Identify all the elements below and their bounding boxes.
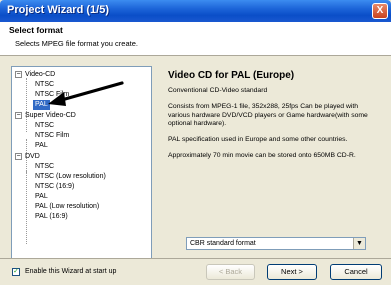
format-capacity: Approximately 70 min movie can be stored… [168,152,356,159]
encoding-select[interactable]: CBR standard format ▼ [186,237,366,250]
cancel-button[interactable]: Cancel [330,264,382,280]
title-bar: Project Wizard (1/5) X [0,0,391,22]
tree-connector [26,78,27,132]
back-button[interactable]: < Back [206,264,255,280]
format-region: PAL specification used in Europe and som… [168,136,348,143]
tree-node-dvd[interactable]: DVD [25,152,40,162]
tree-node-video-cd-pal[interactable]: PAL [33,100,50,110]
tree-node-dvd-ntsc-low[interactable]: NTSC (Low resolution) [35,172,106,182]
format-title: Video CD for PAL (Europe) [168,70,295,81]
tree-node-dvd-pal[interactable]: PAL [35,192,48,202]
tree-node-dvd-ntsc-169[interactable]: NTSC (16:9) [35,182,74,192]
collapse-icon[interactable]: − [15,71,22,78]
tree-node-svcd-ntsc[interactable]: NTSC [35,121,54,131]
next-button[interactable]: Next > [267,264,317,280]
startup-checkbox-label[interactable]: Enable this Wizard at start up [25,267,116,277]
tree-node-dvd-ntsc[interactable]: NTSC [35,162,54,172]
window-title: Project Wizard (1/5) [7,4,109,16]
tree-node-svcd-pal[interactable]: PAL [35,141,48,151]
tree-node-dvd-pal-low[interactable]: PAL (Low resolution) [35,202,99,212]
format-tree[interactable]: − Video-CD NTSC NTSC Film PAL − Super Vi… [11,66,152,259]
collapse-icon[interactable]: − [15,112,22,119]
tree-connector [26,170,27,244]
step-subtitle: Selects MPEG file format you create. [15,39,138,48]
encoding-select-value: CBR standard format [190,240,256,247]
format-details: Consists from MPEG-1 file, 352x288, 25fp… [168,103,368,127]
step-title: Select format [9,25,63,35]
format-summary: Conventional CD-Video standard [168,87,268,94]
tree-node-video-cd[interactable]: Video-CD [25,70,55,80]
dropdown-arrow-icon[interactable]: ▼ [353,238,365,249]
footer-divider [0,258,391,259]
tree-node-video-cd-ntsc-film[interactable]: NTSC Film [35,90,69,100]
close-icon: X [376,5,384,16]
wizard-header: Select format Selects MPEG file format y… [0,22,391,56]
tree-node-video-cd-ntsc[interactable]: NTSC [35,80,54,90]
tree-node-svcd-ntsc-film[interactable]: NTSC Film [35,131,69,141]
checkbox-checked-icon[interactable]: ✓ [12,268,20,276]
collapse-icon[interactable]: − [15,153,22,160]
tree-node-super-video-cd[interactable]: Super Video-CD [25,111,76,121]
close-button[interactable]: X [372,3,388,19]
tree-node-dvd-pal-169[interactable]: PAL (16:9) [35,212,68,222]
